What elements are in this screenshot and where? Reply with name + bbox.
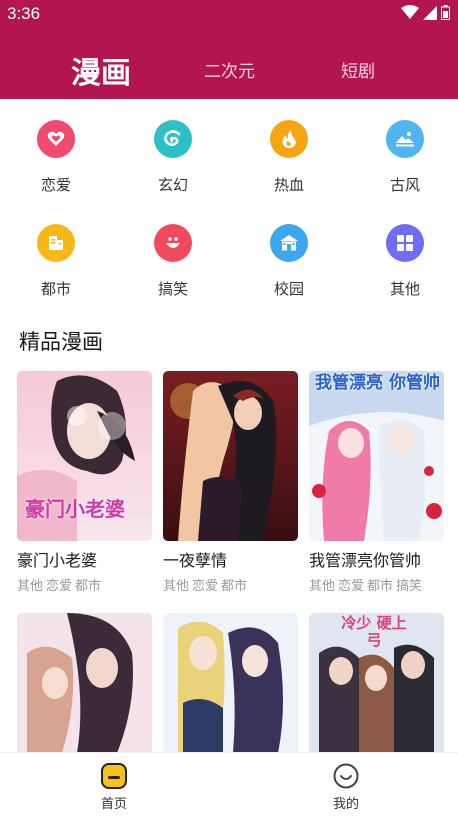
swirl-icon	[154, 120, 192, 158]
cover-title: 我管漂亮 你管帅	[315, 373, 440, 393]
comic-tag: 其他	[309, 579, 336, 594]
nav-home[interactable]: 首页	[84, 763, 144, 812]
comic-tags: 其他 恋爱 都市	[17, 575, 152, 594]
profile-smile-icon	[333, 763, 359, 789]
signal-icon	[423, 5, 437, 20]
tab-duanju[interactable]: 短剧	[341, 57, 375, 82]
comic-title: 一夜孽情	[163, 551, 228, 570]
top-app-bar: 3:36 漫画 二次元 短剧	[0, 0, 458, 99]
comic-tag: 都市	[221, 579, 248, 594]
comic-tag: 其他	[17, 579, 44, 594]
category-funny[interactable]: 搞笑	[133, 224, 213, 299]
comic-tag: 其他	[163, 579, 190, 594]
status-icons	[401, 5, 450, 20]
category-label: 热血	[273, 176, 304, 194]
bottom-navigation: 首页 我的	[0, 752, 458, 820]
school-icon	[270, 224, 308, 262]
category-label: 其他	[389, 280, 420, 298]
flame-icon	[270, 120, 308, 158]
comic-tag: 恋爱	[338, 579, 365, 594]
comic-cover[interactable]	[163, 371, 298, 541]
building-icon	[37, 224, 75, 262]
top-tabs: 漫画 二次元 短剧	[0, 44, 458, 92]
nav-label: 首页	[100, 797, 127, 812]
category-hotblood[interactable]: 热血	[249, 120, 329, 195]
category-ancient[interactable]: 古风	[365, 120, 445, 195]
comic-cover[interactable]: 豪门小老婆	[17, 371, 152, 541]
wifi-icon	[401, 5, 419, 19]
category-love[interactable]: 恋爱	[16, 120, 96, 195]
smile-icon	[154, 224, 192, 262]
category-campus[interactable]: 校园	[249, 224, 329, 299]
category-grid: 恋爱 玄幻 热血 古风 都市 搞笑 校园 其他	[0, 112, 458, 312]
comic-tag: 恋爱	[192, 579, 219, 594]
status-time: 3:36	[7, 4, 41, 23]
cover-title: 冷少 硬上弓	[341, 614, 407, 649]
comic-tag: 都市	[75, 579, 102, 594]
battery-icon	[441, 5, 450, 20]
heart-icon	[37, 120, 75, 158]
tab-erciyuan[interactable]: 二次元	[204, 57, 255, 82]
comic-tags: 其他 恋爱 都市 搞笑	[309, 575, 444, 594]
grid-icon	[386, 224, 424, 262]
comic-tag: 搞笑	[396, 579, 423, 594]
category-label: 搞笑	[157, 280, 188, 298]
comic-card[interactable]: 一夜孽情 其他 恋爱 都市	[163, 371, 298, 594]
category-label: 玄幻	[157, 176, 188, 194]
category-city[interactable]: 都市	[16, 224, 96, 299]
tab-manhua[interactable]: 漫画	[71, 48, 131, 92]
category-label: 古风	[389, 176, 420, 194]
status-bar: 3:36	[0, 0, 458, 28]
comic-title: 我管漂亮你管帅	[309, 551, 422, 570]
category-label: 都市	[40, 280, 71, 298]
comic-card[interactable]: 我管漂亮 你管帅 我管漂亮你管帅 其他 恋爱 都市 搞笑	[309, 371, 444, 594]
category-other[interactable]: 其他	[365, 224, 445, 299]
comic-card[interactable]: 豪门小老婆 豪门小老婆 其他 恋爱 都市	[17, 371, 152, 594]
cover-title: 豪门小老婆	[25, 497, 125, 521]
category-label: 恋爱	[40, 176, 71, 194]
comic-tag: 都市	[367, 579, 394, 594]
comic-cover[interactable]: 我管漂亮 你管帅	[309, 371, 444, 541]
comic-tags: 其他 恋爱 都市	[163, 575, 298, 594]
home-icon	[101, 763, 127, 789]
nav-label: 我的	[332, 797, 359, 812]
section-title: 精品漫画	[19, 330, 103, 354]
category-label: 校园	[273, 280, 304, 298]
nav-mine[interactable]: 我的	[316, 763, 376, 812]
comic-tag: 恋爱	[46, 579, 73, 594]
category-fantasy[interactable]: 玄幻	[133, 120, 213, 195]
mountain-icon	[386, 120, 424, 158]
comic-title: 豪门小老婆	[17, 551, 98, 570]
